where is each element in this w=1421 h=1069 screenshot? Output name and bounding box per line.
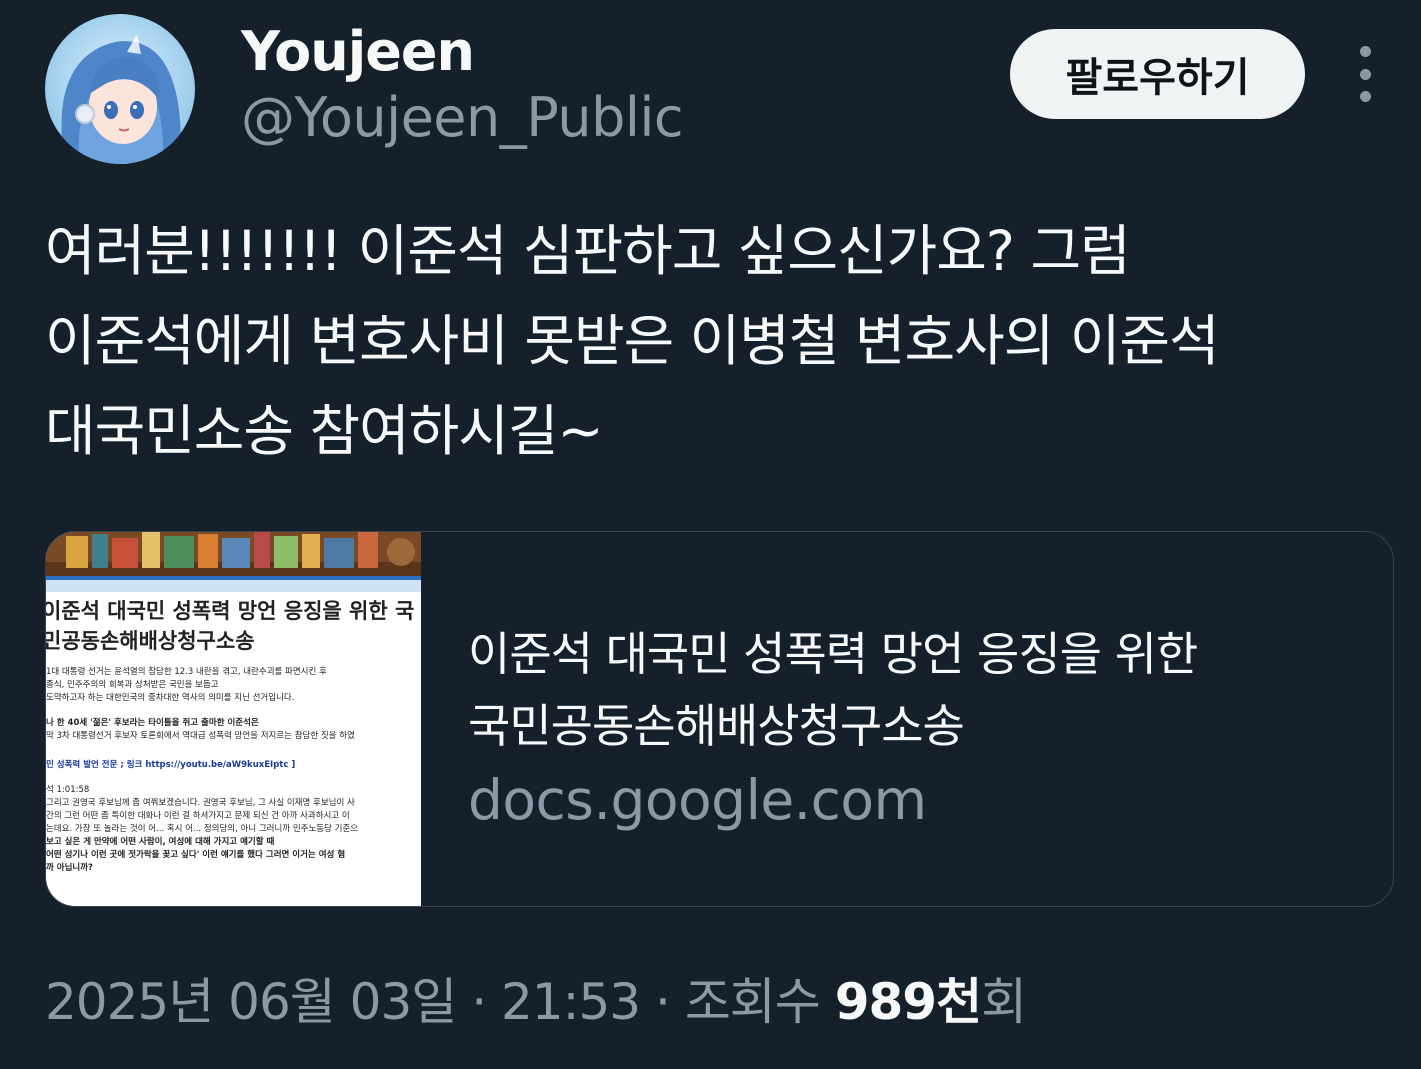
thumbnail-line: 나 한 40세 '젊은' 후보라는 타이틀을 쥐고 출마한 이준석은 [46, 718, 259, 728]
link-card-title-line: 국민공동손해배상청구소송 [468, 699, 965, 753]
meta-separator: · [471, 973, 487, 1031]
tweet-date[interactable]: 2025년 06월 03일 [45, 973, 457, 1031]
more-dot [1359, 68, 1371, 80]
more-dot [1359, 91, 1371, 102]
thumbnail-heading: 민공동손해배상청구소송 [46, 629, 255, 653]
thumbnail-line: 1대 대통령 선거는 윤석열의 참담한 12.3 내란을 겪고, 내란수괴를 파… [46, 667, 327, 677]
views-label: 조회수 [684, 973, 821, 1031]
more-options-icon[interactable] [1340, 46, 1390, 102]
link-card-title: 이준석 대국민 성폭력 망언 응징을 위한 국민공동손해배상청구소송 [468, 618, 1368, 762]
link-preview-card[interactable]: 이준석 대국민 성폭력 망언 응징을 위한 국 민공동손해배상청구소송 1대 대… [45, 531, 1394, 907]
thumbnail-doc-text: 이준석 대국민 성폭력 망언 응징을 위한 국 민공동손해배상청구소송 1대 대… [46, 596, 421, 875]
tweet-meta: 2025년 06월 03일 · 21:53 · 조회수 989천회 [45, 962, 1027, 1034]
thumbnail-line: 는데요. 가장 또 놀라는 것이 어... 혹시 어... 정의당의, 아니 그… [46, 824, 359, 834]
meta-separator: · [655, 973, 671, 1031]
more-dot [1359, 46, 1371, 57]
avatar[interactable] [45, 14, 195, 164]
tweet-text: 여러분!!!!!!! 이준석 심판하고 싶으신가요? 그럼 이준석에게 변호사비… [45, 206, 1375, 476]
thumbnail-line: 그리고 권영국 후보님께 좀 여쭤보겠습니다. 권영국 후보님, 그 사실 이재… [46, 798, 355, 808]
views-count: 989천 [834, 973, 982, 1031]
thumbnail-line: 보고 싶은 게 만약에 어떤 사람이, 여성에 대해 가지고 얘기할 때 [46, 837, 275, 847]
user-handle[interactable]: @Youjeen_Public [241, 86, 684, 149]
avatar-image [45, 14, 195, 164]
tweet-time[interactable]: 21:53 [501, 973, 641, 1031]
thumbnail-line: 종식, 민주주의의 회복과 상처받은 국민을 보듬고 [46, 680, 219, 690]
thumbnail-line: 도약하고자 하는 대한민국의 중차대한 역사의 의미를 지닌 선거입니다. [46, 693, 295, 703]
thumbnail-line: 민 성폭력 발언 전문 ; 링크 https://youtu.be/aW9kux… [46, 760, 296, 770]
link-card-domain: docs.google.com [468, 768, 927, 832]
display-name[interactable]: Youjeen [241, 20, 475, 83]
thumbnail-line: 석 1:01:58 [46, 785, 90, 795]
thumbnail-line: 어떤 성기나 이런 곳에 젓가락을 꽂고 싶다' 이런 얘기를 했다 그러면 이… [46, 850, 346, 860]
link-card-title-line: 이준석 대국민 성폭력 망언 응징을 위한 [468, 627, 1198, 681]
thumbnail-line: 막 3차 대통령선거 후보자 토론회에서 역대급 성폭력 망언을 저지르는 참담… [46, 731, 355, 741]
follow-button[interactable]: 팔로우하기 [1010, 29, 1305, 119]
thumbnail-heading: 이준석 대국민 성폭력 망언 응징을 위한 국 [46, 599, 415, 623]
tweet-line: 이준석에게 변호사비 못받은 이병철 변호사의 이준석 [45, 309, 1220, 373]
thumbnail-line: 간의 그런 어떤 좀 특이한 대화나 이런 걸 하셔가지고 문제 되신 건 아까… [46, 811, 350, 821]
views-suffix: 회 [981, 973, 1027, 1031]
thumbnail-line: 까 아닙니까? [46, 863, 93, 873]
link-card-thumbnail: 이준석 대국민 성폭력 망언 응징을 위한 국 민공동손해배상청구소송 1대 대… [46, 532, 421, 906]
tweet-line: 여러분!!!!!!! 이준석 심판하고 싶으신가요? 그럼 [45, 219, 1131, 283]
tweet-line: 대국민소송 참여하시길~ [45, 399, 604, 463]
